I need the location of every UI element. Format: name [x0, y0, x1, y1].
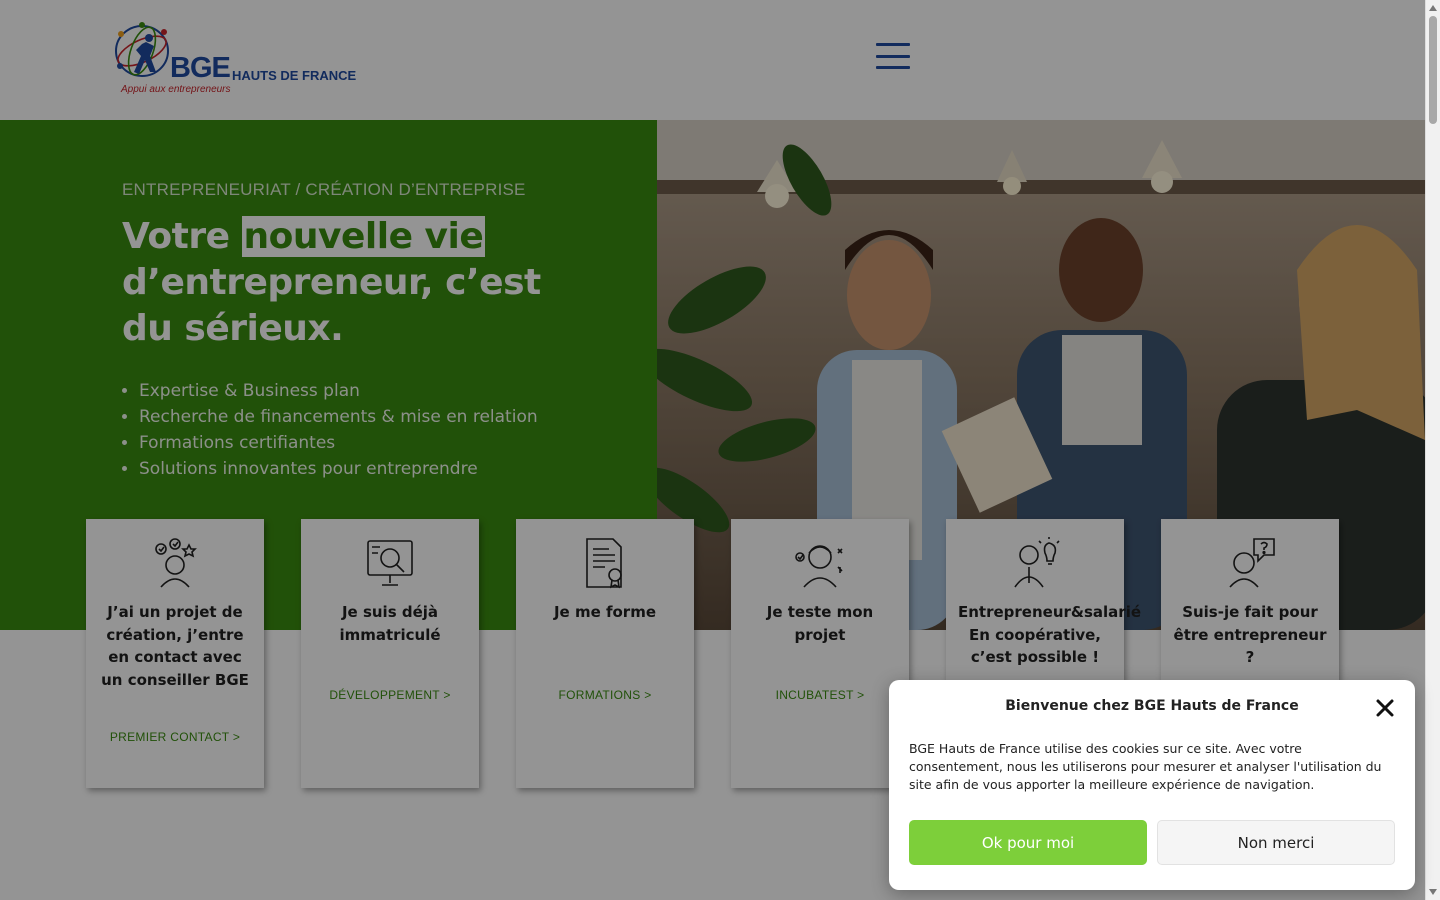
- accept-cookies-button[interactable]: Ok pour moi: [909, 820, 1147, 865]
- deny-cookies-button[interactable]: Non merci: [1157, 820, 1395, 865]
- cookie-description: BGE Hauts de France utilise des cookies …: [909, 741, 1382, 792]
- close-icon[interactable]: [1374, 697, 1396, 719]
- scrollbar-thumb[interactable]: [1429, 16, 1437, 124]
- scroll-down-arrow-icon[interactable]: [1429, 889, 1437, 895]
- cookie-title: Bienvenue chez BGE Hauts de France: [1005, 698, 1299, 714]
- scroll-up-arrow-icon[interactable]: [1429, 5, 1437, 11]
- page-scrollbar[interactable]: [1425, 0, 1440, 900]
- cookie-consent-dialog: Bienvenue chez BGE Hauts de France BGE H…: [889, 680, 1415, 890]
